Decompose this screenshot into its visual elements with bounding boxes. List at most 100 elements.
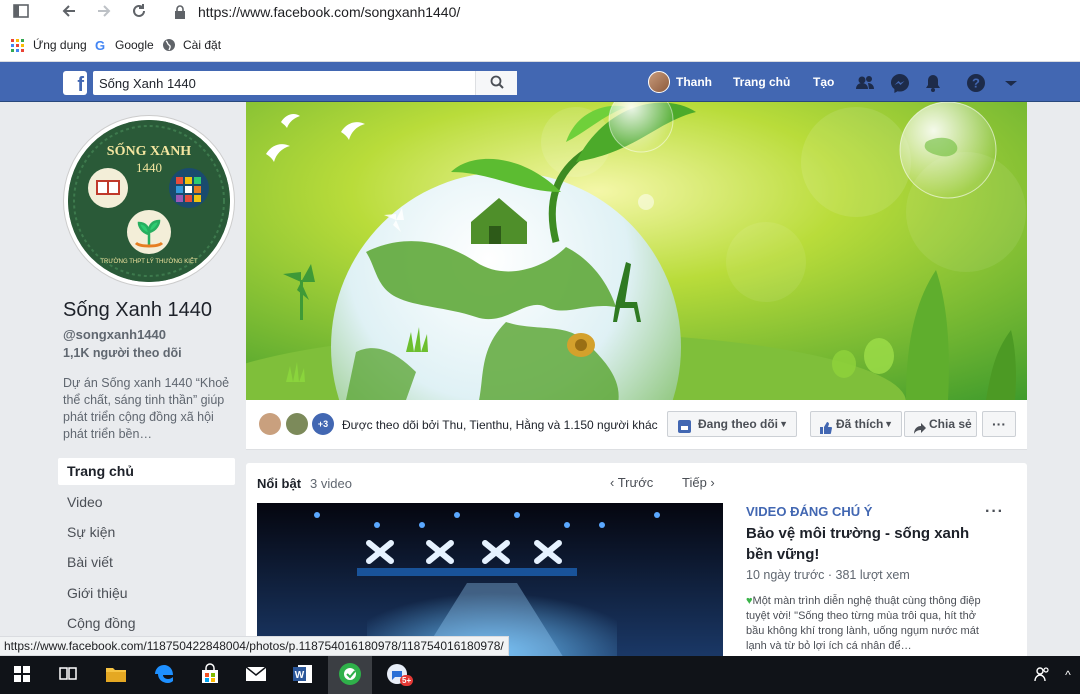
page-username[interactable]: @songxanh1440 — [63, 327, 166, 342]
word-icon: W — [292, 663, 314, 688]
page-title: Sống Xanh 1440 — [63, 299, 213, 321]
url-bar[interactable]: https://www.facebook.com/songxanh1440/ — [198, 4, 460, 20]
page-profile-picture[interactable]: SỐNG XANH 1440 TRƯỜNG THPT LÝ THƯỜNG KIỆ… — [64, 116, 234, 286]
featured-videos-card: Nổi bật 3 video ‹ Trước Tiếp › VIDEO ĐÁN… — [246, 463, 1027, 663]
featured-video-description: ♥Một màn trình diễn nghệ thuật cùng thôn… — [746, 594, 984, 654]
facebook-header: f Thanh Trang chủ Tạo ? — [0, 62, 1080, 102]
logo-number: 1440 — [136, 160, 162, 175]
notification-badge: 5+ — [400, 675, 414, 686]
more-options-button[interactable]: ··· — [982, 411, 1016, 437]
windows-taskbar: W 5+ ^ — [0, 656, 1080, 694]
facebook-logo-icon[interactable]: f — [63, 71, 87, 95]
following-label: Đang theo dõi — [698, 417, 778, 431]
chevron-right-icon: › — [706, 475, 715, 490]
bookmark-apps[interactable]: Ứng dụng — [33, 38, 87, 52]
featured-video-tag: VIDEO ĐÁNG CHÚ Ý — [746, 504, 873, 519]
search-button[interactable] — [475, 71, 517, 95]
messenger-icon[interactable] — [889, 72, 911, 94]
search-icon — [490, 75, 504, 92]
featured-video-title[interactable]: Bảo vệ môi trường - sống xanh bền vững! — [746, 523, 986, 565]
help-icon[interactable]: ? — [965, 72, 987, 94]
next-button[interactable]: Tiếp › — [682, 475, 715, 490]
caret-down-icon: ▼ — [884, 419, 893, 429]
task-view-icon — [59, 666, 77, 685]
side-nav-about[interactable]: Giới thiệu — [58, 580, 235, 607]
featured-title: Nổi bật — [257, 476, 302, 491]
address-row: https://www.facebook.com/songxanh1440/ — [0, 0, 1080, 26]
followed-by-text: Được theo dõi bởi Thu, Tienthu, Hằng và … — [342, 418, 658, 432]
bookmark-google[interactable]: Google — [115, 38, 154, 52]
share-label: Chia sẻ — [929, 417, 972, 431]
apps-grid-icon[interactable] — [11, 39, 25, 56]
store-bag-icon — [199, 662, 221, 688]
start-button[interactable] — [0, 656, 44, 694]
liked-button[interactable]: Đã thích ▼ — [810, 411, 902, 437]
share-button[interactable]: Chia sẻ — [904, 411, 977, 437]
settings-globe-icon — [162, 38, 176, 55]
notifications-bell-icon[interactable] — [922, 72, 944, 94]
side-nav-events[interactable]: Sự kiện — [58, 519, 235, 546]
side-nav-posts[interactable]: Bài viết — [58, 549, 235, 576]
create-link[interactable]: Tạo — [813, 75, 834, 89]
mail-envelope-icon — [245, 665, 267, 685]
caret-down-icon: ▼ — [779, 419, 788, 429]
previous-label: Trước — [617, 475, 654, 490]
featured-video-meta: 10 ngày trước · 381 lượt xem — [746, 568, 910, 582]
search-input[interactable] — [93, 71, 479, 95]
word-taskbar[interactable]: W — [281, 656, 325, 694]
rss-icon — [678, 417, 691, 441]
bookmark-settings[interactable]: Cài đặt — [183, 38, 221, 52]
follower-avatar[interactable] — [259, 413, 281, 435]
chevron-up-icon: ^ — [1065, 668, 1071, 682]
video-more-options[interactable]: ··· — [985, 503, 1004, 521]
forward-arrow-icon[interactable] — [93, 3, 115, 23]
browser-toolbar: https://www.facebook.com/songxanh1440/ Ứ… — [0, 0, 1080, 62]
cover-photo[interactable] — [246, 102, 1027, 400]
task-view-button[interactable] — [46, 656, 90, 694]
next-label: Tiếp — [682, 475, 707, 490]
profile-link[interactable]: Thanh — [676, 75, 712, 89]
friends-icon[interactable] — [854, 72, 876, 94]
side-nav-home[interactable]: Trang chủ — [58, 458, 235, 485]
following-button[interactable]: Đang theo dõi ▼ — [667, 411, 797, 437]
file-explorer-taskbar[interactable] — [94, 656, 138, 694]
google-icon: G — [95, 38, 106, 53]
store-taskbar[interactable] — [188, 656, 232, 694]
thumbs-up-icon — [820, 418, 832, 442]
follower-avatar[interactable] — [286, 413, 308, 435]
user-avatar[interactable] — [648, 71, 670, 93]
chrome-taskbar[interactable] — [328, 656, 372, 694]
video-description-text: Một màn trình diễn nghệ thuật cùng thông… — [746, 595, 981, 652]
zalo-taskbar[interactable]: 5+ — [376, 656, 420, 694]
chevron-left-icon: ‹ — [610, 475, 618, 490]
search-box — [93, 71, 517, 95]
share-arrow-icon — [914, 418, 926, 442]
edge-icon — [153, 663, 175, 688]
liked-label: Đã thích — [836, 417, 884, 431]
previous-button[interactable]: ‹ Trước — [610, 475, 653, 490]
people-icon — [1033, 665, 1051, 686]
windows-logo-icon — [14, 665, 30, 685]
side-nav-community[interactable]: Cộng đồng — [58, 610, 235, 637]
more-followers-badge[interactable]: +3 — [312, 413, 334, 435]
folder-icon — [105, 665, 127, 686]
reload-icon[interactable] — [128, 3, 150, 23]
back-arrow-icon[interactable] — [58, 3, 80, 23]
lock-icon — [174, 5, 186, 19]
home-link[interactable]: Trang chủ — [733, 75, 790, 89]
logo-school: TRƯỜNG THPT LÝ THƯỜNG KIỆT — [100, 257, 198, 265]
sidebar-toggle-icon[interactable] — [10, 3, 32, 23]
svg-text:W: W — [295, 670, 305, 681]
svg-text:?: ? — [972, 76, 980, 91]
tray-chevron[interactable]: ^ — [1056, 656, 1080, 694]
link-status-bar: https://www.facebook.com/118750422848004… — [0, 636, 509, 656]
edge-browser-taskbar[interactable] — [142, 656, 186, 694]
account-dropdown-icon[interactable] — [1000, 72, 1022, 94]
chat-app-icon: 5+ — [386, 663, 414, 687]
app-green-logo-icon — [338, 662, 362, 689]
follower-count: 1,1K người theo dõi — [63, 346, 182, 360]
side-nav-video[interactable]: Video — [58, 489, 235, 516]
featured-count: 3 video — [310, 476, 352, 491]
mail-taskbar[interactable] — [234, 656, 278, 694]
logo-title: SỐNG XANH — [107, 141, 192, 159]
